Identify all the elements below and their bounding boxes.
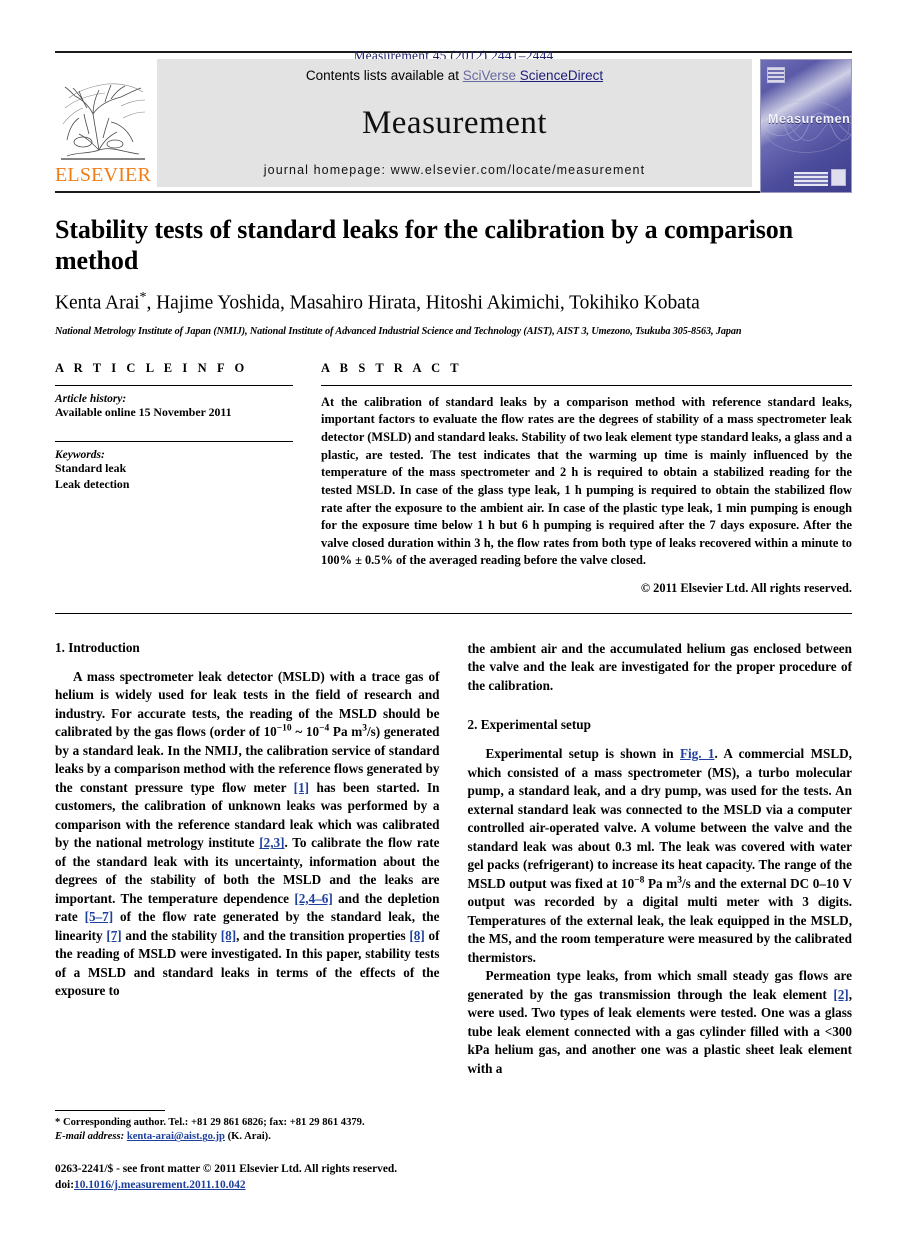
keyword-item: Leak detection (55, 476, 130, 491)
exp-exponent-1: −8 (634, 875, 645, 886)
elsevier-wordmark: ELSEVIER (54, 164, 152, 186)
intro-text-b: ~ 10 (291, 724, 320, 740)
elsevier-logo: ELSEVIER (55, 59, 151, 187)
cover-barcode-icon (794, 172, 828, 186)
abstract-heading: A B S T R A C T (321, 360, 463, 375)
journal-article-page: Measurement 45 (2012) 2441–2444 ELSEVIER… (0, 0, 907, 1238)
footnote-block: * Corresponding author. Tel.: +81 29 861… (55, 1109, 435, 1194)
contents-prefix: Contents lists available at (305, 68, 463, 83)
intro-paragraph: A mass spectrometer leak detector (MSLD)… (55, 668, 440, 1001)
citation-ref-2-3[interactable]: [2,3] (259, 835, 284, 850)
masthead-center-panel: Contents lists available at SciVerse Sci… (157, 59, 752, 187)
doi-label: doi: (55, 1179, 74, 1192)
journal-masthead: ELSEVIER Contents lists available at Sci… (55, 51, 852, 193)
experimental-paragraph-1: Experimental setup is shown in Fig. 1. A… (468, 745, 853, 967)
author-rest: , Hajime Yoshida, Masahiro Hirata, Hitos… (146, 292, 700, 314)
article-history-label: Article history: (55, 392, 127, 405)
intro-text-c: Pa m (329, 724, 363, 740)
article-info-heading: A R T I C L E I N F O (55, 360, 248, 375)
journal-title: Measurement (361, 104, 548, 141)
exp-text-a: Experimental setup is shown in (485, 746, 680, 762)
keywords-rule (55, 440, 293, 442)
title-section: Stability tests of standard leaks for th… (55, 191, 852, 337)
intro-exponent-1: −10 (276, 724, 292, 734)
elsevier-tree-icon (59, 78, 147, 164)
page-title: Stability tests of standard leaks for th… (55, 215, 793, 275)
cover-publisher-mark-icon (831, 169, 846, 186)
intro-continued-paragraph: the ambient air and the accumulated heli… (467, 640, 853, 693)
heading-experimental-setup: 2. Experimental setup (467, 717, 591, 733)
exp-text-b: . A commercial MSLD, which consisted of … (467, 746, 853, 891)
intro-text-j: , and the transition properties (236, 927, 410, 943)
imprint-block: 0263-2241/$ - see front matter © 2011 El… (55, 1162, 435, 1194)
footnote-rule (55, 1109, 165, 1111)
citation-ref-2-4-6[interactable]: [2,4–6] (294, 891, 332, 906)
affiliation: National Metrology Institute of Japan (N… (55, 325, 742, 337)
journal-homepage-line[interactable]: journal homepage: www.elsevier.com/locat… (264, 163, 645, 177)
cover-badge-icon (767, 67, 785, 83)
keywords-label: Keywords: (55, 448, 105, 461)
abstract-copyright: © 2011 Elsevier Ltd. All rights reserved… (640, 580, 852, 595)
article-body: 1. Introduction A mass spectrometer leak… (55, 640, 852, 1078)
cover-journal-title: Measurement (768, 112, 852, 126)
exp2-text-a: Permeation type leaks, from which small … (467, 968, 853, 1002)
article-info-column: A R T I C L E I N F O Article history: A… (55, 361, 293, 596)
issn-copyright-line: 0263-2241/$ - see front matter © 2011 El… (55, 1163, 398, 1176)
keyword-item: Standard leak (55, 460, 127, 475)
citation-ref-7[interactable]: [7] (106, 928, 121, 943)
article-history-value: Available online 15 November 2011 (55, 404, 232, 419)
experimental-paragraph-2: Permeation type leaks, from which small … (468, 967, 853, 1078)
intro-exponent-2: −4 (319, 724, 330, 734)
abstract-column: A B S T R A C T At the calibration of st… (321, 361, 852, 596)
cover-wave-graphic (761, 100, 851, 153)
abstract-text: At the calibration of standard leaks by … (321, 394, 852, 568)
author-list: Kenta Arai*, Hajime Yoshida, Masahiro Hi… (55, 290, 852, 315)
sciverse-link[interactable]: SciVerse (463, 68, 520, 83)
citation-ref-8b[interactable]: [8] (409, 928, 424, 943)
heading-introduction: 1. Introduction (55, 639, 140, 655)
doi-link[interactable]: 10.1016/j.measurement.2011.10.042 (74, 1179, 246, 1191)
article-info-rule (55, 384, 293, 386)
section-divider (55, 612, 852, 614)
body-column-left: 1. Introduction A mass spectrometer leak… (55, 640, 440, 1078)
info-abstract-block: A R T I C L E I N F O Article history: A… (55, 361, 852, 596)
author-lead: Kenta Arai (55, 292, 140, 314)
abstract-rule (321, 384, 852, 386)
figure-1-link[interactable]: Fig. 1 (680, 746, 715, 761)
citation-ref-2[interactable]: [2] (833, 987, 848, 1002)
contents-available-line: Contents lists available at SciVerse Sci… (306, 68, 603, 83)
doi-line: doi:10.1016/j.measurement.2011.10.042 (55, 1178, 435, 1194)
email-link[interactable]: kenta-arai@aist.go.jp (127, 1131, 225, 1142)
citation-ref-1[interactable]: [1] (294, 780, 309, 795)
email-suffix: (K. Arai). (227, 1131, 271, 1143)
sciencedirect-link[interactable]: ScienceDirect (520, 68, 603, 83)
citation-ref-5-7[interactable]: [5–7] (85, 909, 114, 924)
corresponding-author-note: * Corresponding author. Tel.: +81 29 861… (55, 1116, 365, 1128)
intro-text-i: and the stability (121, 927, 221, 943)
citation-ref-8a[interactable]: [8] (221, 928, 236, 943)
cover-footer (794, 169, 846, 186)
email-label: E-mail address: (55, 1131, 125, 1143)
running-head: Measurement 45 (2012) 2441–2444 (353, 48, 554, 63)
journal-cover-thumbnail: Measurement (760, 59, 852, 193)
body-column-right: the ambient air and the accumulated heli… (468, 640, 853, 1078)
email-note: E-mail address: kenta-arai@aist.go.jp (K… (55, 1130, 435, 1145)
exp-text-c: Pa m (644, 875, 678, 891)
